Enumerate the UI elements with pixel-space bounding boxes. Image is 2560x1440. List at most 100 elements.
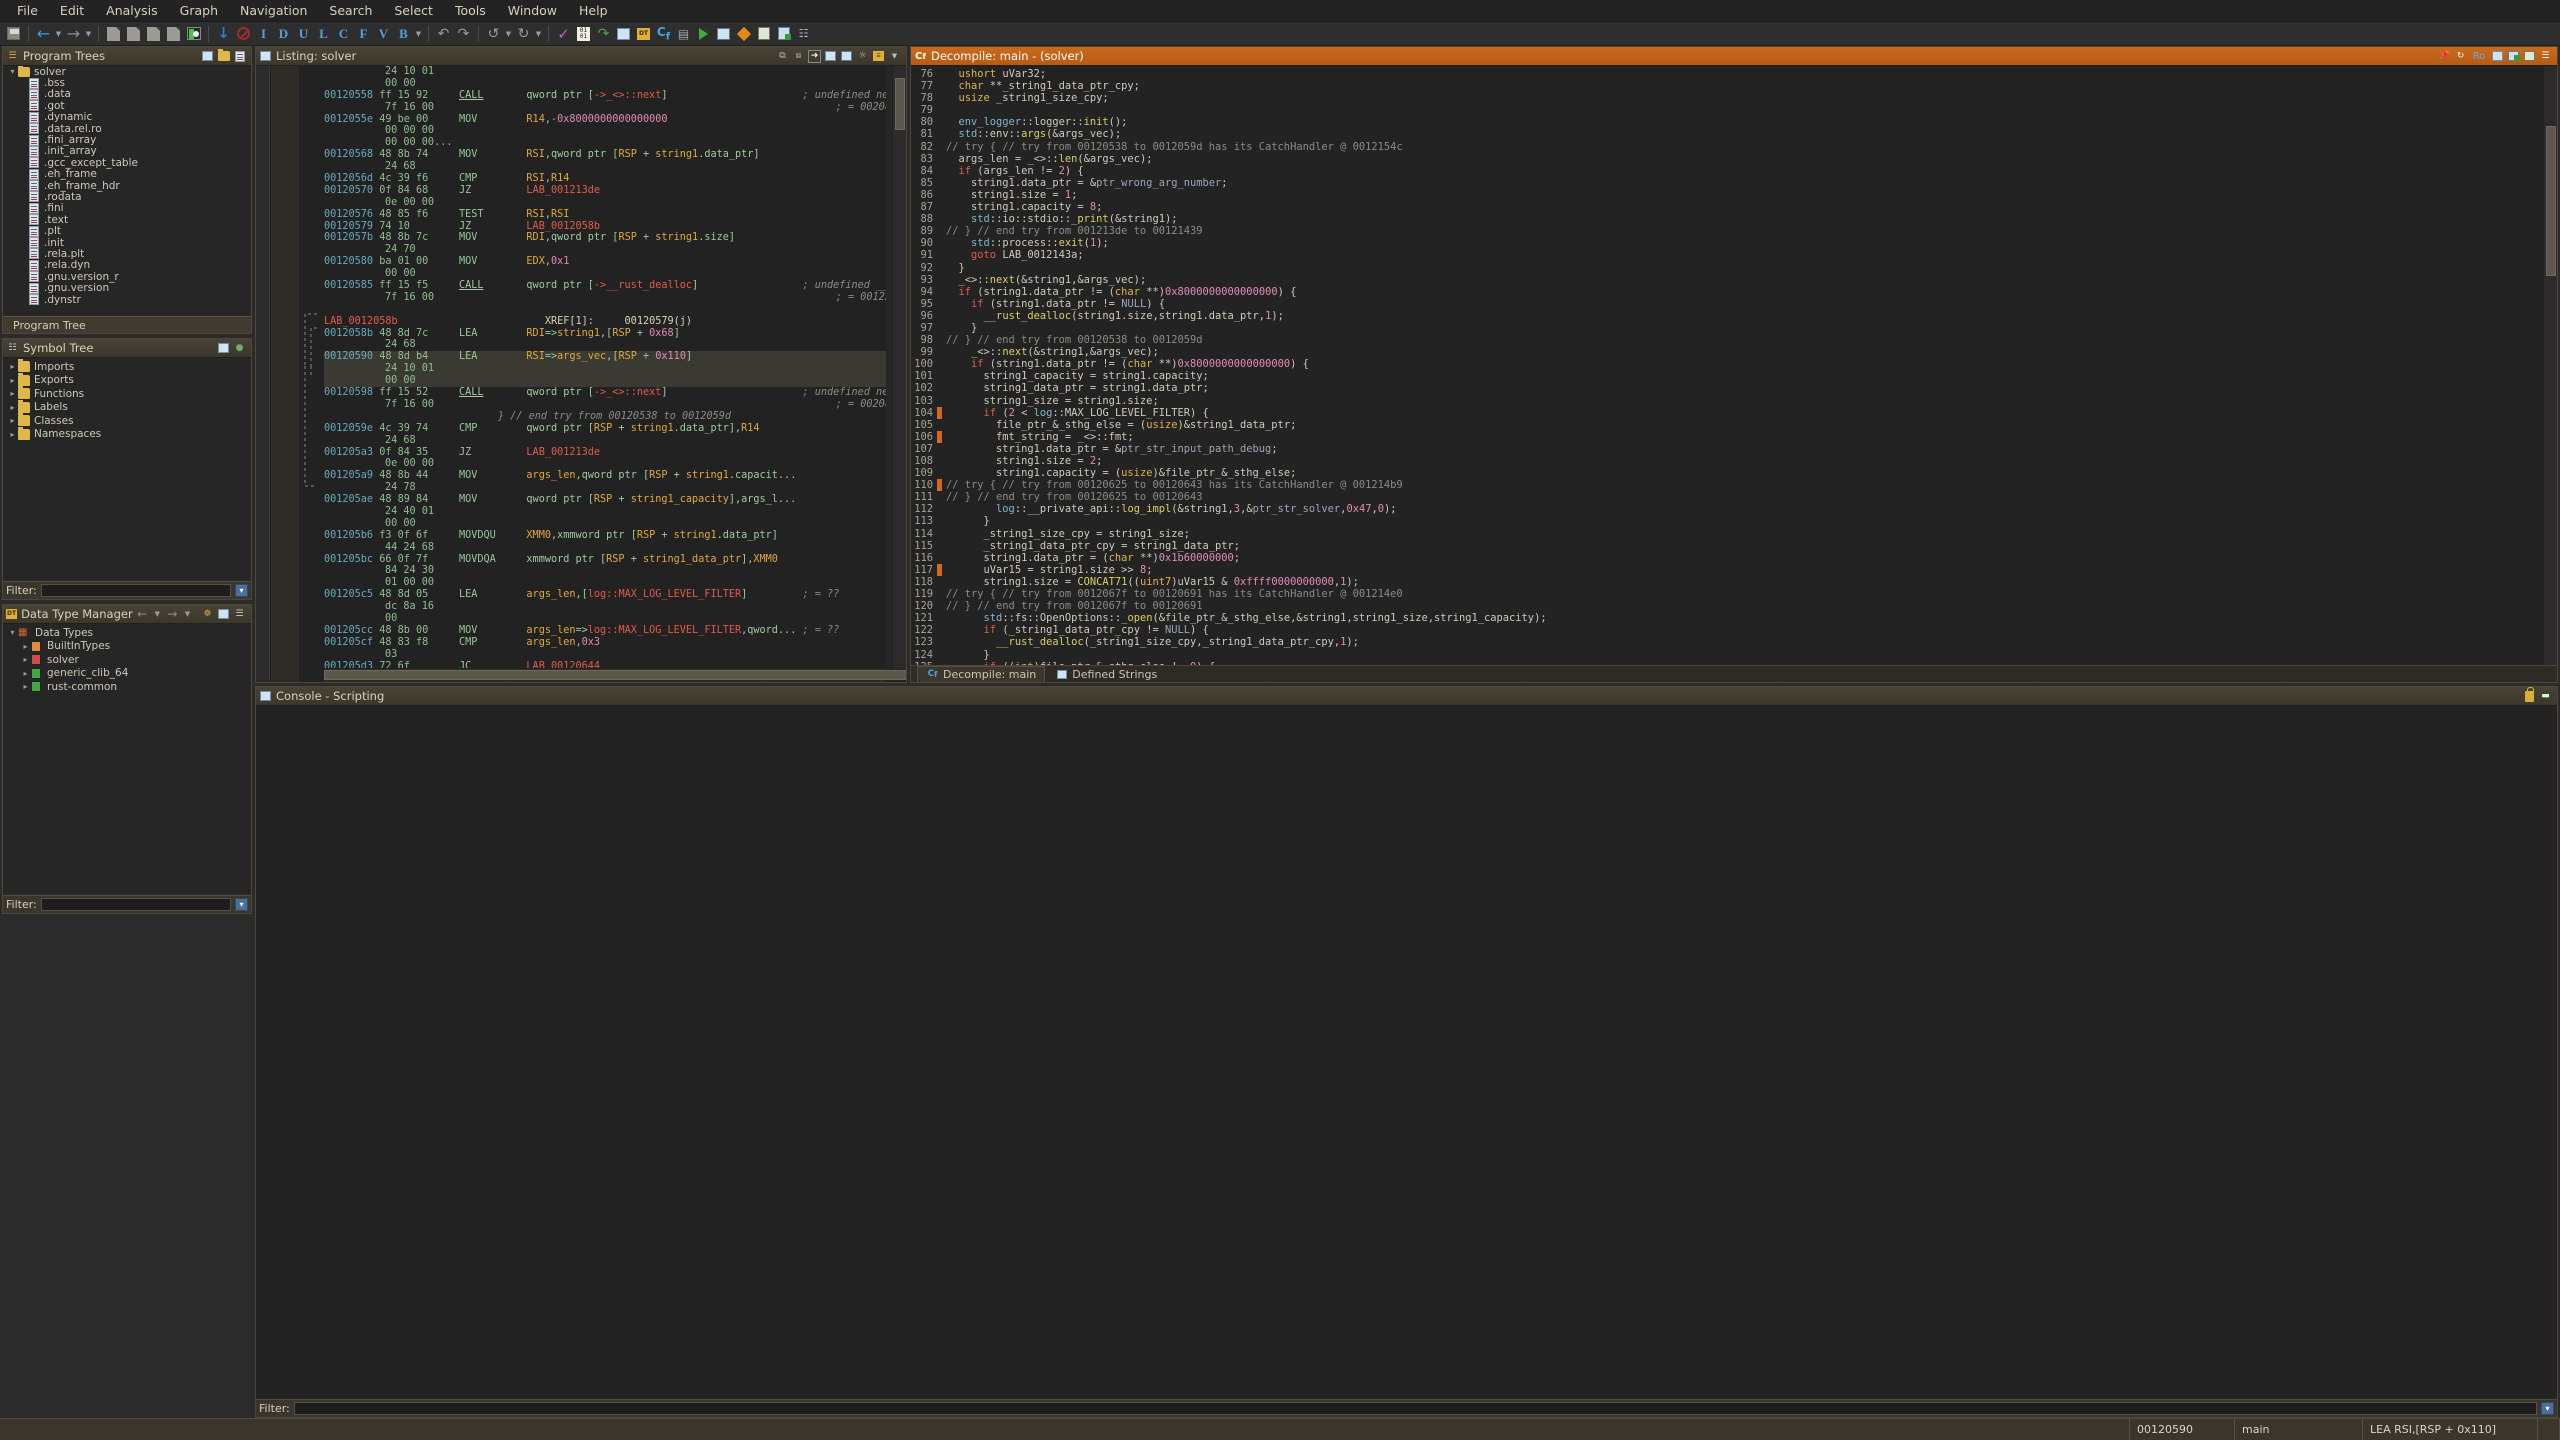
decompiler-line[interactable]: 91 goto LAB_0012143a; [911,249,2544,261]
listing-instruction-row[interactable]: 01 00 00 [324,577,886,589]
dtm-menu-icon[interactable]: ☰ [233,608,246,621]
listing-operand[interactable]: RSI,qword ptr [RSP + string1.data_ptr] [526,149,759,160]
listing-cursor-icon[interactable]: ➜ [808,50,821,63]
decompiler-code[interactable]: } [942,649,2544,661]
decompiler-line[interactable]: 88 std::io::stdio::_print(&string1); [911,213,2544,225]
data-type-archive[interactable]: ▸rust-common [3,680,251,694]
decompiler-line[interactable]: 103 string1_size = string1.size; [911,395,2544,407]
decompiler-line[interactable]: 94 if (string1.data_ptr != (char **)0x80… [911,286,2544,298]
console-filter-input[interactable] [294,1402,2537,1415]
listing-instruction-row[interactable]: 00120558 ff 15 92 CALL qword ptr [->_<>:… [324,90,886,102]
tab-defined-strings[interactable]: Defined Strings [1047,667,1165,682]
decompiler-code[interactable]: string1.data_ptr = &ptr_wrong_arg_number… [942,177,2544,189]
listing-address[interactable]: 00120585 [324,280,379,291]
listing-address[interactable]: 00120580 [324,256,379,267]
listing-operand[interactable]: xmmword ptr [RSP + string1_data_ptr],XMM… [526,554,778,565]
decompiler-line[interactable]: 119// try { // try from 0012067f to 0012… [911,588,2544,600]
menu-help[interactable]: Help [568,0,619,21]
listing-operand[interactable]: RSI,RSI [526,209,569,220]
decompiler-line[interactable]: 98// } // end try from 00120538 to 00120… [911,334,2544,346]
function-graph-icon[interactable]: Cf [654,24,673,43]
decompiler-line[interactable]: 86 string1.size = 1; [911,189,2544,201]
listing-body[interactable]: 24 10 01 00 00 00120558 ff 15 92 CALL qw… [256,66,906,682]
program-tree-node[interactable]: .rela.dyn [3,260,251,271]
decompiler-line[interactable]: 105 file_ptr_&_sthg_else = (usize)&strin… [911,419,2544,431]
decompiler-code[interactable]: string1.data_ptr = &ptr_str_input_path_d… [942,443,2544,455]
listing-mnemonic[interactable]: LEA [459,351,477,362]
decompiler-code[interactable]: std::fs::OpenOptions::_open(&file_ptr_&_… [942,612,2544,624]
no-entry-icon[interactable] [234,24,253,43]
listing-hscroll-thumb[interactable] [324,670,906,680]
decompiler-code[interactable]: log::__private_api::log_impl(&string1,3,… [942,503,2544,515]
listing-mnemonic[interactable]: CMP [459,637,477,648]
listing-mnemonic[interactable]: JZ [459,185,471,196]
program-tree-node[interactable]: .gnu.version_r [3,271,251,282]
listing-address[interactable]: 001205b6 [324,530,379,541]
menu-edit[interactable]: Edit [49,0,95,21]
symbol-tree-filter-icon[interactable]: ● [233,342,246,355]
listing-address[interactable]: 001205a3 [324,447,379,458]
decompiler-code[interactable]: std::io::stdio::_print(&string1); [942,213,2544,225]
decompiler-code[interactable]: uVar15 = string1.size >> 8; [942,564,2544,576]
export-icon[interactable] [774,24,793,43]
listing-address[interactable]: 00120590 [324,351,379,362]
listing-operand[interactable]: args_len,[log::MAX_LOG_LEVEL_FILTER] [526,589,747,600]
snapshot-doc-icon-2[interactable] [124,24,143,43]
redo-history-icon[interactable]: ↻ [514,24,533,43]
listing-label[interactable]: LAB_0012058b [324,316,545,327]
program-tree-node[interactable]: .rodata [3,191,251,202]
decompiler-line[interactable]: 90 std::process::exit(1); [911,237,2544,249]
listing-instruction-row[interactable]: 00120580 ba 01 00 MOV EDX,0x1 [324,256,886,268]
decompiler-code[interactable]: usize _string1_size_cpy; [942,92,2544,104]
decompiler-code[interactable]: args_len = _<>::len(&args_vec); [942,153,2544,165]
decompiler-code[interactable]: _<>::next(&string1,&args_vec); [942,274,2544,286]
decompiler-line[interactable]: 100 if (string1.data_ptr != (char **)0x8… [911,358,2544,370]
listing-layout-icon[interactable]: ☰ [872,50,885,63]
decompiler-code[interactable]: if (string1.data_ptr != (char **)0x80000… [942,358,2544,370]
listing-mnemonic[interactable]: MOV [459,256,477,267]
dtm-tree-icon[interactable]: ☸ [201,608,214,621]
decompiler-code[interactable]: // } // end try from 00120625 to 0012064… [942,491,2544,503]
decompiler-line[interactable]: 82// try { // try from 00120538 to 00120… [911,141,2544,153]
variable-v-icon[interactable]: V [374,24,393,43]
listing-instruction-row[interactable]: 0012059e 4c 39 74 CMP qword ptr [RSP + s… [324,423,886,435]
program-tree-node[interactable]: .rela.plt [3,248,251,259]
decompiler-code[interactable]: if (_string1_data_ptr_cpy != NULL) { [942,624,2544,636]
symbol-tree-item-exports[interactable]: ▸Exports [3,374,251,388]
script-manager-icon[interactable]: ↷ [594,24,613,43]
decompiler-refresh-icon[interactable]: ↻ [2454,50,2467,63]
decompiler-line[interactable]: 92 } [911,262,2544,274]
listing-instruction-row[interactable]: 84 24 30 [324,565,886,577]
listing-address[interactable]: 00120558 [324,90,379,101]
decompiler-line[interactable]: 113 } [911,515,2544,527]
listing-operand[interactable]: R14,-0x8000000000000000 [526,114,667,125]
decompiler-line[interactable]: 83 args_len = _<>::len(&args_vec); [911,153,2544,165]
minimize-icon[interactable]: ▬ [2539,690,2552,703]
new-tree-icon[interactable] [233,50,246,63]
listing-dropdown-icon[interactable]: ▼ [888,50,901,63]
listing-address[interactable]: 00120598 [324,387,379,398]
decompiler-code[interactable]: env_logger::logger::init(); [942,116,2544,128]
decompiler-code[interactable]: string1.size = CONCAT71((uint7)uVar15 & … [942,576,2544,588]
symbol-tree-item-functions[interactable]: ▸Functions [3,387,251,401]
listing-address[interactable]: 0012057b [324,232,379,243]
dtm-back-dropdown-icon[interactable]: ▼ [152,608,163,621]
decompiler-code[interactable]: // } // end try from 001213de to 0012143… [942,225,2544,237]
program-tree-node[interactable]: .data [3,89,251,100]
lock-icon[interactable] [2523,690,2536,703]
listing-mnemonic[interactable]: LEA [459,589,477,600]
decompiler-code[interactable]: string1.capacity = (usize)&file_ptr_&_st… [942,467,2544,479]
listing-instruction-row[interactable]: 001205d3 72 6f JC LAB_00120644 [324,661,886,668]
expand-twisty-icon[interactable]: ▸ [7,403,18,412]
decompiler-code[interactable]: string1.size = 1; [942,189,2544,201]
listing-scroll-thumb[interactable] [895,78,905,130]
decompiler-code[interactable]: _string1_size_cpy = string1_size; [942,528,2544,540]
decompiler-code[interactable]: string1_size = string1.size; [942,395,2544,407]
call-tree-icon[interactable]: ▤ [674,24,693,43]
decompiler-code[interactable]: goto LAB_0012143a; [942,249,2544,261]
expand-twisty-icon[interactable]: ▸ [7,430,18,439]
decompiler-line[interactable]: 93 _<>::next(&string1,&args_vec); [911,274,2544,286]
listing-instruction-row[interactable]: 24 10 01 [324,66,886,78]
decompiler-code[interactable]: // try { // try from 00120538 to 0012059… [942,141,2544,153]
decompiler-code[interactable]: std::process::exit(1); [942,237,2544,249]
